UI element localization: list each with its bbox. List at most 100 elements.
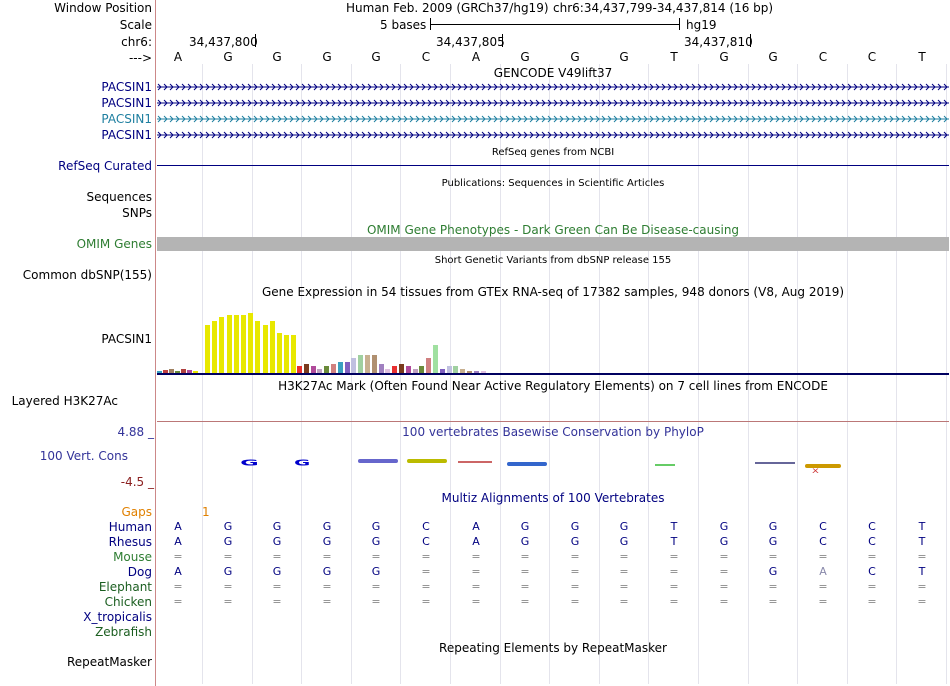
omim-gene-bar[interactable] [157,237,949,251]
gtex-bar[interactable] [419,366,425,373]
alignment-base: = [669,580,679,593]
pacsin1-label-2[interactable]: PACSIN1 [101,96,152,110]
gtex-bar[interactable] [205,325,210,373]
gtex-bar[interactable] [310,366,316,373]
gtex-bar[interactable] [331,364,336,373]
gtex-bar[interactable] [358,355,364,373]
alignment-base: = [768,595,778,608]
species-label[interactable]: Zebrafish [95,625,152,639]
gtex-bar[interactable] [255,321,261,373]
gtex-bar[interactable] [277,333,282,373]
coord-1: 34,437,800 [189,35,258,49]
alignment-base: = [272,580,282,593]
gtex-bar-chart[interactable] [157,300,949,373]
alignment-base: = [619,580,629,593]
gtex-bar[interactable] [303,364,309,373]
alignment-base: C [868,565,876,578]
gtex-bar[interactable] [262,325,268,373]
species-label[interactable]: Mouse [113,550,152,564]
alignment-base: G [371,565,381,578]
gtex-bar[interactable] [248,313,254,373]
h3k27ac-label[interactable]: Layered H3K27Ac [12,394,118,408]
gtex-bar[interactable] [371,355,377,373]
gtex-bar[interactable] [405,366,411,373]
alignment-base: G [272,520,282,533]
gtex-bar[interactable] [297,366,302,373]
pacsin1-label-4[interactable]: PACSIN1 [101,128,152,142]
alignment-base: = [818,595,828,608]
pacsin1-transcript[interactable] [157,129,949,141]
refseq-label[interactable]: RefSeq Curated [58,159,152,173]
snps-label[interactable]: SNPs [122,206,152,220]
pacsin1-transcript[interactable] [157,81,949,93]
alignment-base: = [619,595,629,608]
gtex-bar[interactable] [233,315,239,373]
alignment-base: G [619,535,629,548]
alignment-base: = [471,550,481,563]
alignment-base: = [570,565,580,578]
alignment-base: = [619,550,629,563]
gtex-bar[interactable] [226,315,232,373]
species-label[interactable]: X_tropicalis [83,610,152,624]
gtex-bar[interactable] [241,315,246,373]
repeatmasker-label[interactable]: RepeatMasker [67,655,152,669]
species-label[interactable]: Chicken [105,595,152,609]
refseq-gene-line[interactable] [157,165,949,166]
alignment-base: = [421,595,431,608]
gtex-bar[interactable] [426,357,432,373]
gtex-bar[interactable] [269,321,275,373]
gtex-baseline [157,373,949,375]
multiz-title: Multiz Alignments of 100 Vertebrates [441,491,665,505]
alignment-base: G [371,520,381,533]
gtex-bar[interactable] [399,364,404,373]
species-label[interactable]: Rhesus [109,535,152,549]
phylop-logo[interactable]: G G X [157,450,949,476]
cons-label[interactable]: 100 Vert. Cons [40,449,128,463]
alignment-base: = [371,580,381,593]
gtex-bar[interactable] [446,366,452,373]
gtex-bar[interactable] [344,362,350,373]
gtex-label[interactable]: PACSIN1 [101,332,152,346]
alignment-base: = [818,550,828,563]
gaps-value: 1 [202,505,210,519]
alignment-base: G [223,535,233,548]
h3k27ac-baseline[interactable] [157,421,949,422]
gtex-bar[interactable] [324,366,330,373]
publications-title: Publications: Sequences in Scientific Ar… [441,178,665,189]
pacsin1-label-3[interactable]: PACSIN1 [101,112,152,126]
gtex-bar[interactable] [212,321,218,373]
gtex-bar[interactable] [365,355,370,373]
gtex-bar[interactable] [284,335,290,373]
gtex-bar[interactable] [433,345,438,373]
gtex-bar[interactable] [378,364,384,373]
alignment-base: = [322,550,332,563]
gtex-bar[interactable] [291,335,297,373]
species-label[interactable]: Human [109,520,152,534]
base-letter: C [867,50,877,64]
species-label[interactable]: Elephant [99,580,152,594]
pacsin1-label-1[interactable]: PACSIN1 [101,80,152,94]
alignment-base: = [421,550,431,563]
base-letter: G [619,50,629,64]
pacsin1-transcript[interactable] [157,97,949,109]
gtex-bar[interactable] [453,366,459,373]
dbsnp-label[interactable]: Common dbSNP(155) [23,268,152,282]
gtex-bar[interactable] [219,317,225,373]
alignment-base: = [917,580,927,593]
gtex-bar[interactable] [392,366,398,373]
position-text: chr6:34,437,799-34,437,814 (16 bp) [553,1,774,15]
sequences-label[interactable]: Sequences [87,190,152,204]
alignment-base: = [719,550,729,563]
gtex-bar[interactable] [351,357,357,373]
gtex-bar[interactable] [337,362,343,373]
base-letter: G [768,50,778,64]
alignment-base: = [520,580,530,593]
alignment-base: G [322,565,332,578]
pacsin1-transcript[interactable] [157,113,949,125]
alignment-base: = [371,595,381,608]
alignment-base: = [768,550,778,563]
species-label[interactable]: Dog [128,565,152,579]
omim-label[interactable]: OMIM Genes [77,237,152,251]
phylop-title: 100 vertebrates Basewise Conservation by… [402,425,704,439]
base-letter: G [719,50,729,64]
